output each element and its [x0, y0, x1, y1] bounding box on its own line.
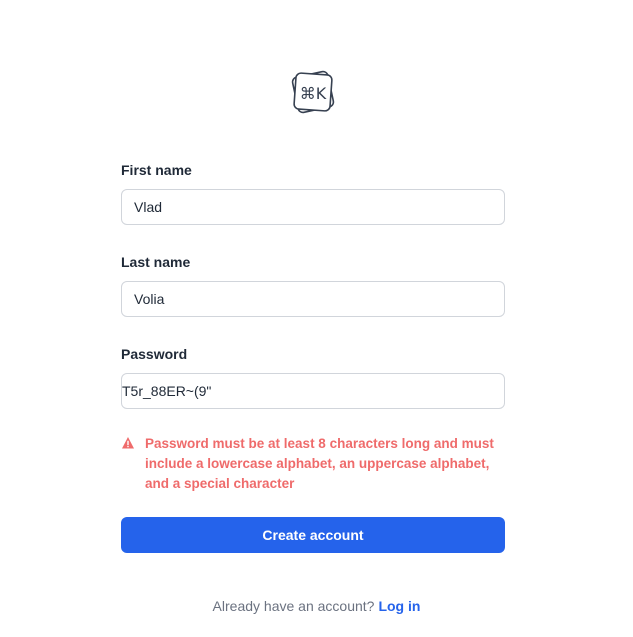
- warning-triangle-icon: [122, 437, 134, 449]
- first-name-group: First name: [121, 160, 505, 225]
- password-label: Password: [121, 346, 188, 362]
- login-prompt: Already have an account? Log in: [0, 597, 633, 615]
- command-k-logo: ⌘K: [289, 68, 339, 118]
- last-name-input[interactable]: [121, 281, 505, 317]
- first-name-label: First name: [121, 162, 192, 178]
- create-account-button[interactable]: Create account: [121, 517, 505, 553]
- password-error: Password must be at least 8 characters l…: [121, 434, 505, 494]
- first-name-input[interactable]: [121, 189, 505, 225]
- password-error-message: Password must be at least 8 characters l…: [145, 436, 494, 491]
- logo-icon: ⌘K: [291, 70, 335, 114]
- login-prompt-text: Already have an account?: [212, 598, 375, 614]
- last-name-label: Last name: [121, 254, 191, 270]
- login-link[interactable]: Log in: [378, 598, 420, 614]
- last-name-group: Last name: [121, 252, 505, 317]
- logo-text: ⌘K: [300, 84, 327, 103]
- signup-page: ⌘K First name Last name Password Passwor…: [0, 0, 633, 637]
- password-input[interactable]: [121, 373, 505, 409]
- password-group: Password: [121, 344, 505, 409]
